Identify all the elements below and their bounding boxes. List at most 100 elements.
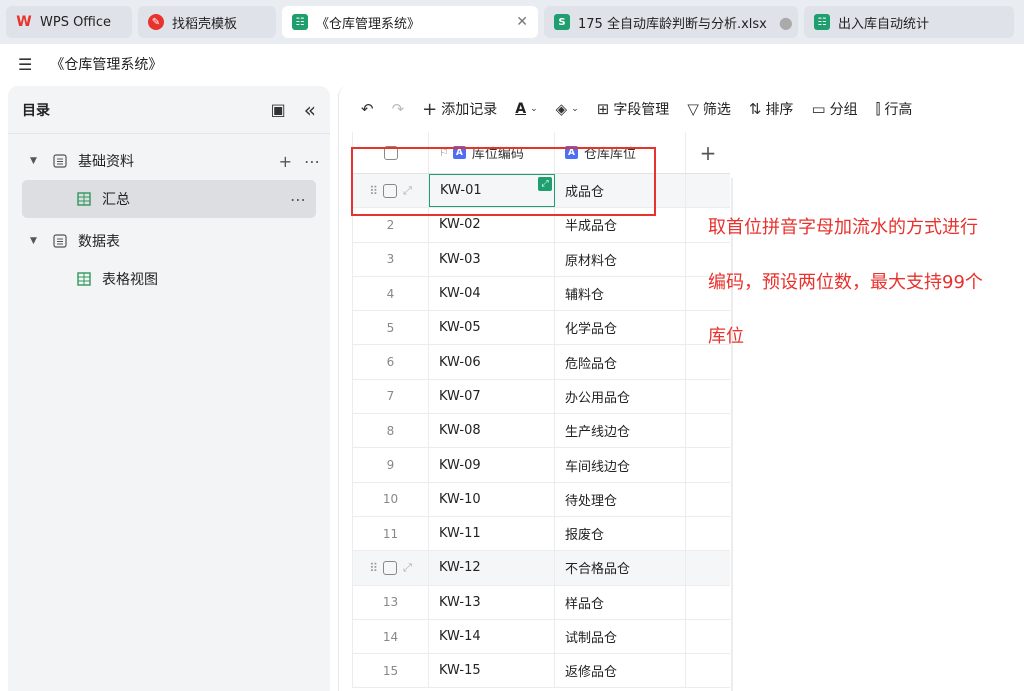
row-index-cell[interactable]: 13 [352,585,429,619]
add-column-button[interactable]: + [686,132,730,173]
sidebar-item-table-view[interactable]: 表格视图 [8,260,330,298]
font-color-button[interactable]: A ⌄ [515,101,537,117]
sheet-icon: S [554,14,570,30]
more-icon[interactable]: ⋯ [290,190,306,209]
cell-text: KW-04 [439,286,481,302]
row-checkbox[interactable] [382,560,397,575]
paint-bucket-icon: ◈ [555,100,568,118]
cell-location-code[interactable]: KW-14 [429,619,555,654]
cell-warehouse-location[interactable]: 样品仓 [555,585,686,619]
row-index-cell[interactable]: 7 [352,379,429,414]
sidebar-item-datasheet[interactable]: ▼ 数据表 [8,222,330,260]
cell-text: 原材料仓 [565,253,618,269]
cell-text: KW-06 [439,354,481,370]
cell-warehouse-location[interactable]: 试制品仓 [555,619,686,654]
row-index-cell[interactable]: 14 [352,619,429,654]
table-row[interactable]: 6 KW-06 危险品仓 [352,345,730,380]
sidebar-item-basic-data[interactable]: ▼ 基础资料 + ⋯ [8,142,330,180]
cell-text: 样品仓 [565,596,605,612]
cell-warehouse-location[interactable]: 原材料仓 [555,242,686,276]
menu-icon[interactable]: ☰ [18,55,32,74]
row-index-cell[interactable]: 4 [352,276,429,311]
cell-warehouse-location[interactable]: 化学品仓 [555,311,686,345]
cell-warehouse-location[interactable]: 办公用品仓 [555,379,686,414]
table-row[interactable]: 13 KW-13 样品仓 [352,585,730,620]
field-manage-button[interactable]: ⊞ 字段管理 [597,99,670,119]
tab-wps-office[interactable]: W WPS Office [6,6,132,38]
cell-warehouse-location[interactable]: 生产线边仓 [555,414,686,448]
row-index-cell[interactable]: 3 [352,242,429,276]
collapse-icon[interactable]: « [304,98,316,122]
row-index-cell[interactable]: 5 [352,311,429,345]
table-row[interactable]: 4 KW-04 辅料仓 [352,276,730,312]
table-row[interactable]: 10 KW-10 待处理仓 [352,482,730,517]
table-row[interactable]: 9 KW-09 车间线边仓 [352,448,730,483]
cell-warehouse-location[interactable]: 报废仓 [555,516,686,551]
cell-location-code[interactable]: KW-08 [429,414,555,448]
drag-handle-icon[interactable]: ⠿ [369,561,378,575]
sort-icon: ⇅ [748,100,762,118]
cell-text: KW-12 [439,560,481,576]
undo-icon[interactable]: ↶ [361,100,374,118]
group-button[interactable]: ▭ 分组 [811,99,857,119]
tab-xlsx-file[interactable]: S 175 全自动库龄判断与分析.xlsx ● [544,6,798,38]
cell-warehouse-location[interactable]: 不合格品仓 [555,551,686,585]
table-row[interactable]: 15 KW-15 返修品仓 [352,654,730,689]
cell-location-code[interactable]: KW-05 [429,311,555,345]
expand-triangle-icon[interactable]: ▼ [30,236,40,246]
tab-inout-stats[interactable]: ☷ 出入库自动统计 [804,6,1014,38]
row-index-cell[interactable]: 9 [352,448,429,482]
cell-location-code[interactable]: KW-07 [429,379,555,414]
wps-icon: W [16,14,32,30]
cell-location-code[interactable]: KW-15 [429,654,555,688]
chevron-down-icon: ⌄ [530,104,538,114]
cell-location-code[interactable]: KW-11 [429,516,555,551]
expand-triangle-icon[interactable]: ▼ [30,156,40,166]
expand-record-icon[interactable]: ⤢ [403,561,412,575]
row-index-cell[interactable]: 15 [352,654,429,688]
sidebar-header: 目录 ▣ « [8,86,330,134]
row-index-cell[interactable]: ⠿ ⤢ [352,551,429,585]
cell-warehouse-location[interactable]: 危险品仓 [555,345,686,379]
add-icon[interactable]: + [279,152,292,171]
table-row[interactable]: 7 KW-07 办公用品仓 [352,379,730,415]
cell-location-code[interactable]: KW-03 [429,242,555,276]
tab-docer[interactable]: ✎ 找稻壳模板 [138,6,276,38]
row-index-cell[interactable]: 10 [352,482,429,516]
add-record-button[interactable]: + 添加记录 [422,99,497,120]
row-index-cell[interactable]: 6 [352,345,429,379]
cell-location-code[interactable]: KW-04 [429,276,555,311]
cell-location-code[interactable]: KW-06 [429,345,555,379]
more-icon[interactable]: ⋯ [304,152,320,171]
chevron-down-icon: ⌄ [571,104,579,114]
cell-location-code[interactable]: KW-13 [429,585,555,619]
cell-warehouse-location[interactable]: 车间线边仓 [555,448,686,482]
cell-warehouse-location[interactable]: 返修品仓 [555,654,686,688]
row-index-cell[interactable]: 8 [352,414,429,448]
table-row[interactable]: ⠿ ⤢ KW-12 不合格品仓 [352,551,730,586]
row-index-cell[interactable]: 11 [352,516,429,551]
table-row[interactable]: 5 KW-05 化学品仓 [352,311,730,346]
cell-warehouse-location[interactable]: 待处理仓 [555,482,686,516]
close-icon[interactable]: ✕ [504,14,528,30]
table-row[interactable]: 14 KW-14 试制品仓 [352,619,730,655]
sidebar-item-summary[interactable]: 汇总 ⋯ [22,180,316,218]
table-row[interactable]: 3 KW-03 原材料仓 [352,242,730,277]
row-height-button[interactable]: ⫿ 行高 [876,99,913,119]
annotation-highlight-box [351,147,656,216]
cell-location-code[interactable]: KW-09 [429,448,555,482]
fill-color-button[interactable]: ◈ ⌄ [556,100,579,118]
table-row[interactable]: 8 KW-08 生产线边仓 [352,414,730,449]
panel-toggle-icon[interactable]: ▣ [271,100,286,119]
sort-button[interactable]: ⇅ 排序 [749,99,794,119]
cell-location-code[interactable]: KW-10 [429,482,555,516]
tab-warehouse-system[interactable]: ☷ 《仓库管理系统》 ✕ [282,6,538,38]
redo-icon[interactable]: ↷ [392,100,405,118]
cell-text: KW-09 [439,457,481,473]
cell-location-code[interactable]: KW-12 [429,551,555,585]
filter-button[interactable]: ▽ 筛选 [687,99,731,119]
cell-warehouse-location[interactable]: 辅料仓 [555,276,686,311]
cell-text: KW-13 [439,594,481,610]
folder-icon: ▭ [811,100,826,118]
table-row[interactable]: 11 KW-11 报废仓 [352,516,730,552]
